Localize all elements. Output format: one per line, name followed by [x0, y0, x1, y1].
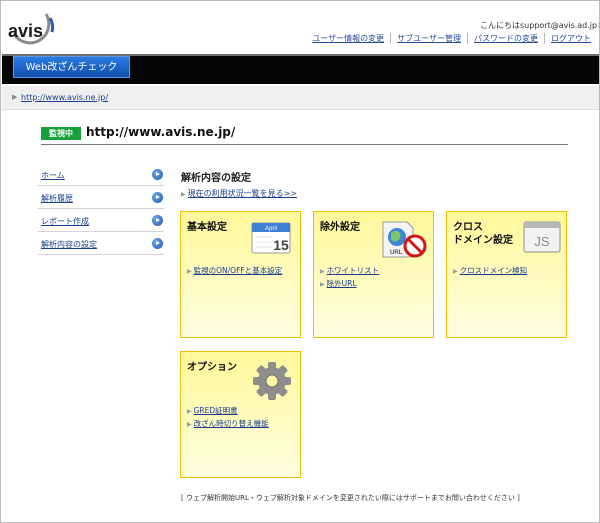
sidebar-item-history[interactable]: 解析履歴: [38, 186, 164, 209]
exclusion-settings-card: 除外設定 URL ▶ ホワイトリスト ▶ 除外URL: [313, 211, 434, 338]
status-list-link[interactable]: 現在の利用状況一覧を見る>>: [188, 189, 297, 198]
card-title: 除外設定: [320, 222, 360, 233]
svg-text:URL: URL: [390, 250, 403, 256]
card-links: ▶ クロスドメイン検知: [453, 265, 527, 278]
status-badge: 監視中: [41, 127, 81, 140]
gear-icon: [251, 360, 293, 406]
options-card: オプション ▶ GRED証明書 ▶ 改ざん時切り替え機能: [180, 351, 301, 478]
password-link[interactable]: パスワードの変更: [467, 33, 544, 44]
svg-text:15: 15: [273, 237, 289, 253]
bullet-icon: ▶: [453, 268, 458, 275]
bullet-icon: ▶: [12, 93, 18, 101]
card-links: ▶ ホワイトリスト ▶ 除外URL: [320, 265, 379, 291]
sidebar-item-label[interactable]: 解析履歴: [41, 193, 73, 204]
site-heading: 監視中 http://www.avis.ne.jp/: [41, 125, 568, 145]
sidebar-item-label[interactable]: レポート作成: [41, 216, 89, 227]
cross-domain-detect-link[interactable]: クロスドメイン検知: [460, 266, 528, 275]
greeting-text: こんにちはsupport@avis.ad.jpさん: [480, 21, 600, 30]
sidebar: ホーム 解析履歴 レポート作成 解析内容の設定: [38, 163, 164, 255]
bullet-icon: ▶: [320, 268, 325, 275]
js-window-icon: JS: [523, 221, 561, 257]
user-info-link[interactable]: ユーザー情報の変更: [306, 33, 390, 44]
arrow-right-icon: [152, 215, 163, 226]
card-title: 基本設定: [187, 222, 227, 233]
card-title: オプション: [187, 362, 237, 373]
arrow-right-icon: [152, 192, 163, 203]
arrow-right-icon: [152, 169, 163, 180]
status-list-row: ▶ 現在の利用状況一覧を見る>>: [181, 188, 297, 199]
basic-settings-card: 基本設定 April 15 ▶ 監視のON/OFFと基本設定: [180, 211, 301, 338]
sidebar-item-label[interactable]: 解析内容の設定: [41, 239, 97, 250]
basic-setting-link[interactable]: 監視のON/OFFと基本設定: [194, 266, 283, 275]
section-title: 解析内容の設定: [181, 173, 251, 184]
subuser-link[interactable]: サブユーザー管理: [390, 33, 467, 44]
sidebar-item-report[interactable]: レポート作成: [38, 209, 164, 232]
card-title-line: ドメイン設定: [453, 235, 513, 246]
gred-certificate-link[interactable]: GRED証明書: [194, 406, 238, 415]
bullet-icon: ▶: [187, 421, 192, 428]
sidebar-item-label[interactable]: ホーム: [41, 170, 65, 181]
app-tab[interactable]: Web改ざんチェック: [13, 56, 130, 78]
card-title: クロス ドメイン設定: [453, 221, 513, 247]
breadcrumb: ▶ http://www.avis.ne.jp/: [2, 86, 599, 110]
logout-link[interactable]: ログアウト: [544, 33, 597, 44]
sidebar-item-home[interactable]: ホーム: [38, 163, 164, 186]
bullet-icon: ▶: [181, 191, 186, 198]
card-links: ▶ GRED証明書 ▶ 改ざん時切り替え機能: [187, 405, 269, 431]
breadcrumb-url-link[interactable]: http://www.avis.ne.jp/: [21, 93, 108, 102]
bullet-icon: ▶: [320, 281, 325, 288]
card-links: ▶ 監視のON/OFFと基本設定: [187, 265, 282, 278]
svg-text:JS: JS: [534, 234, 550, 249]
tamper-switch-link[interactable]: 改ざん時切り替え機能: [194, 419, 269, 428]
footnote: [ ウェブ解析開始URL・ウェブ解析対象ドメインを変更されたい際にはサポートまで…: [181, 494, 520, 502]
excluded-url-icon: URL: [379, 219, 429, 265]
svg-text:April: April: [265, 226, 277, 232]
card-title-line: クロス: [453, 222, 483, 233]
bullet-icon: ▶: [187, 408, 192, 415]
svg-text:avis: avis: [8, 21, 43, 41]
avis-logo[interactable]: avis: [6, 10, 64, 46]
account-links: ユーザー情報の変更 サブユーザー管理 パスワードの変更 ログアウト: [306, 33, 597, 44]
page-frame: avis こんにちはsupport@avis.ad.jpさん ユーザー情報の変更…: [0, 0, 600, 523]
arrow-right-icon: [152, 238, 163, 249]
page-title: http://www.avis.ne.jp/: [86, 125, 236, 139]
cross-domain-settings-card: クロス ドメイン設定 JS ▶ クロスドメイン検知: [446, 211, 567, 338]
sidebar-item-settings[interactable]: 解析内容の設定: [38, 232, 164, 255]
whitelist-link[interactable]: ホワイトリスト: [327, 266, 380, 275]
bullet-icon: ▶: [187, 268, 192, 275]
excluded-url-link[interactable]: 除外URL: [327, 279, 357, 288]
calendar-icon: April 15: [250, 221, 292, 259]
